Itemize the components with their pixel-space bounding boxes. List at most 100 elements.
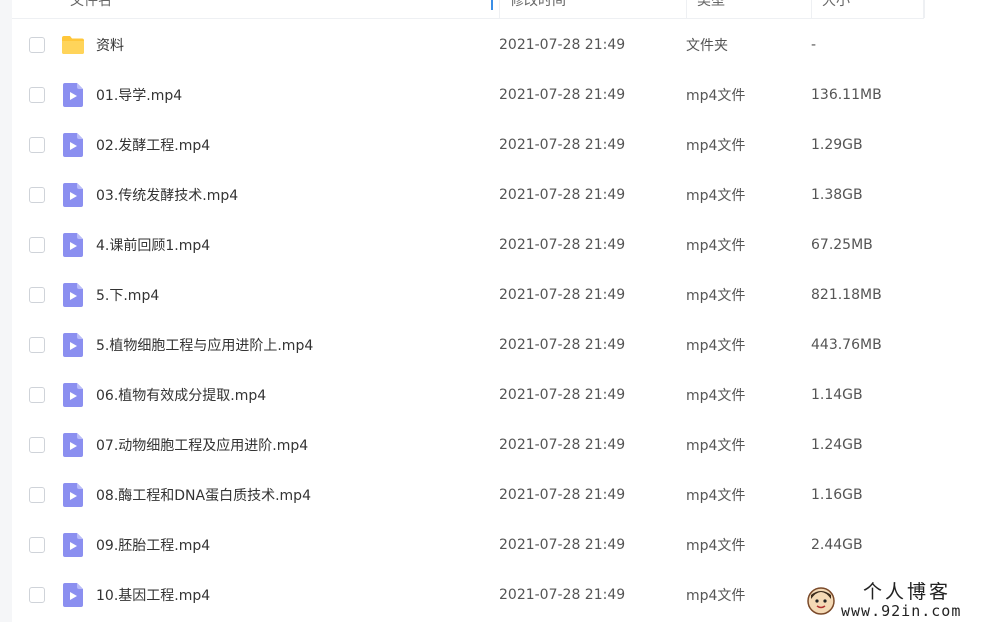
file-modified-time: 2021-07-28 21:49 <box>499 37 626 53</box>
row-checkbox[interactable] <box>29 237 45 253</box>
file-size: 67.25MB <box>811 237 873 253</box>
column-header-type[interactable]: 类型 <box>687 0 812 18</box>
file-modified-time: 2021-07-28 21:49 <box>499 87 626 103</box>
file-size: 821.18MB <box>811 287 882 303</box>
file-type: mp4文件 <box>686 438 746 454</box>
file-modified-time: 2021-07-28 21:49 <box>499 387 626 403</box>
file-size: 136.11MB <box>811 87 882 103</box>
file-type: mp4文件 <box>686 488 746 504</box>
file-name[interactable]: 09.胚胎工程.mp4 <box>96 535 499 555</box>
row-checkbox[interactable] <box>29 37 45 53</box>
row-checkbox[interactable] <box>29 387 45 403</box>
file-type: mp4文件 <box>686 538 746 554</box>
file-list: 文件名 修改时间 类型 大小 资料 2021-07-28 21:49 文件夹 -01.… <box>12 0 997 622</box>
file-size: 2.44GB <box>811 537 863 553</box>
column-header-time[interactable]: 修改时间 <box>500 0 687 18</box>
row-checkbox[interactable] <box>29 337 45 353</box>
header-tail <box>924 0 997 18</box>
file-size: 1.24GB <box>811 437 863 453</box>
video-file-icon <box>61 533 85 557</box>
video-file-icon <box>61 333 85 357</box>
column-header-size-label: 大小 <box>822 0 850 9</box>
file-modified-time: 2021-07-28 21:49 <box>499 587 626 603</box>
row-checkbox[interactable] <box>29 137 45 153</box>
file-name[interactable]: 5.下.mp4 <box>96 285 499 305</box>
file-modified-time: 2021-07-28 21:49 <box>499 437 626 453</box>
file-modified-time: 2021-07-28 21:49 <box>499 487 626 503</box>
file-modified-time: 2021-07-28 21:49 <box>499 237 626 253</box>
video-file-icon <box>61 483 85 507</box>
row-checkbox[interactable] <box>29 287 45 303</box>
video-file-icon <box>61 83 85 107</box>
file-name[interactable]: 01.导学.mp4 <box>96 85 499 105</box>
file-name[interactable]: 07.动物细胞工程及应用进阶.mp4 <box>96 435 499 455</box>
file-type: mp4文件 <box>686 288 746 304</box>
video-file-icon <box>61 183 85 207</box>
file-name[interactable]: 06.植物有效成分提取.mp4 <box>96 385 499 405</box>
file-modified-time: 2021-07-28 21:49 <box>499 287 626 303</box>
file-name[interactable]: 4.课前回顾1.mp4 <box>96 235 499 255</box>
file-modified-time: 2021-07-28 21:49 <box>499 537 626 553</box>
file-type: mp4文件 <box>686 238 746 254</box>
column-header-size[interactable]: 大小 <box>812 0 924 18</box>
row-checkbox[interactable] <box>29 487 45 503</box>
file-size: 443.76MB <box>811 337 882 353</box>
watermark: 个人博客 www.92in.com <box>805 580 997 622</box>
video-file-icon <box>61 383 85 407</box>
file-name[interactable]: 08.酶工程和DNA蛋白质技术.mp4 <box>96 485 499 505</box>
column-header-time-label: 修改时间 <box>510 0 566 9</box>
video-file-icon <box>61 433 85 457</box>
row-checkbox[interactable] <box>29 87 45 103</box>
file-type: mp4文件 <box>686 388 746 404</box>
file-type: mp4文件 <box>686 338 746 354</box>
file-type: mp4文件 <box>686 88 746 104</box>
folder-icon <box>61 33 85 57</box>
file-row[interactable]: 08.酶工程和DNA蛋白质技术.mp4 2021-07-28 21:49 mp4文件… <box>12 470 997 520</box>
sort-indicator-icon[interactable] <box>491 0 493 10</box>
file-modified-time: 2021-07-28 21:49 <box>499 337 626 353</box>
file-name[interactable]: 02.发酵工程.mp4 <box>96 135 499 155</box>
file-name[interactable]: 10.基因工程.mp4 <box>96 585 499 605</box>
file-modified-time: 2021-07-28 21:49 <box>499 187 626 203</box>
file-row[interactable]: 03.传统发酵技术.mp4 2021-07-28 21:49 mp4文件 1.38GB <box>12 170 997 220</box>
left-gutter <box>0 0 12 622</box>
column-header-type-label: 类型 <box>697 0 725 9</box>
file-row[interactable]: 07.动物细胞工程及应用进阶.mp4 2021-07-28 21:49 mp4文件 1… <box>12 420 997 470</box>
column-header-name-label: 文件名 <box>70 0 112 9</box>
video-file-icon <box>61 233 85 257</box>
file-row[interactable]: 01.导学.mp4 2021-07-28 21:49 mp4文件 136.11MB <box>12 70 997 120</box>
row-checkbox[interactable] <box>29 437 45 453</box>
file-row[interactable]: 06.植物有效成分提取.mp4 2021-07-28 21:49 mp4文件 1.14… <box>12 370 997 420</box>
file-size: 1.16GB <box>811 487 863 503</box>
row-checkbox[interactable] <box>29 537 45 553</box>
row-checkbox[interactable] <box>29 187 45 203</box>
file-size: - <box>811 37 817 53</box>
video-file-icon <box>61 283 85 307</box>
file-name[interactable]: 03.传统发酵技术.mp4 <box>96 185 499 205</box>
file-name[interactable]: 资料 <box>96 35 499 55</box>
file-type: mp4文件 <box>686 188 746 204</box>
watermark-url: www.92in.com <box>841 602 962 620</box>
file-manager-page: 文件名 修改时间 类型 大小 资料 2021-07-28 21:49 文件夹 -01.… <box>0 0 997 622</box>
watermark-title: 个人博客 <box>863 581 952 603</box>
file-row[interactable]: 09.胚胎工程.mp4 2021-07-28 21:49 mp4文件 2.44GB <box>12 520 997 570</box>
file-type: mp4文件 <box>686 588 746 604</box>
file-size: 1.29GB <box>811 137 863 153</box>
row-checkbox[interactable] <box>29 587 45 603</box>
file-type: 文件夹 <box>686 38 728 54</box>
file-row[interactable]: 4.课前回顾1.mp4 2021-07-28 21:49 mp4文件 67.25MB <box>12 220 997 270</box>
column-header-row: 文件名 修改时间 类型 大小 <box>12 0 924 19</box>
file-row[interactable]: 5.植物细胞工程与应用进阶上.mp4 2021-07-28 21:49 mp4文件 4… <box>12 320 997 370</box>
file-row[interactable]: 5.下.mp4 2021-07-28 21:49 mp4文件 821.18MB <box>12 270 997 320</box>
column-header-name[interactable]: 文件名 <box>60 0 500 18</box>
file-type: mp4文件 <box>686 138 746 154</box>
video-file-icon <box>61 133 85 157</box>
file-name[interactable]: 5.植物细胞工程与应用进阶上.mp4 <box>96 335 499 355</box>
file-row[interactable]: 资料 2021-07-28 21:49 文件夹 - <box>12 20 997 70</box>
file-rows: 资料 2021-07-28 21:49 文件夹 -01.导学.mp4 2021-07-2… <box>12 20 997 620</box>
file-modified-time: 2021-07-28 21:49 <box>499 137 626 153</box>
file-size: 1.38GB <box>811 187 863 203</box>
watermark-text: 个人博客 www.92in.com <box>841 583 961 619</box>
watermark-avatar-icon <box>807 587 835 615</box>
file-row[interactable]: 02.发酵工程.mp4 2021-07-28 21:49 mp4文件 1.29GB <box>12 120 997 170</box>
